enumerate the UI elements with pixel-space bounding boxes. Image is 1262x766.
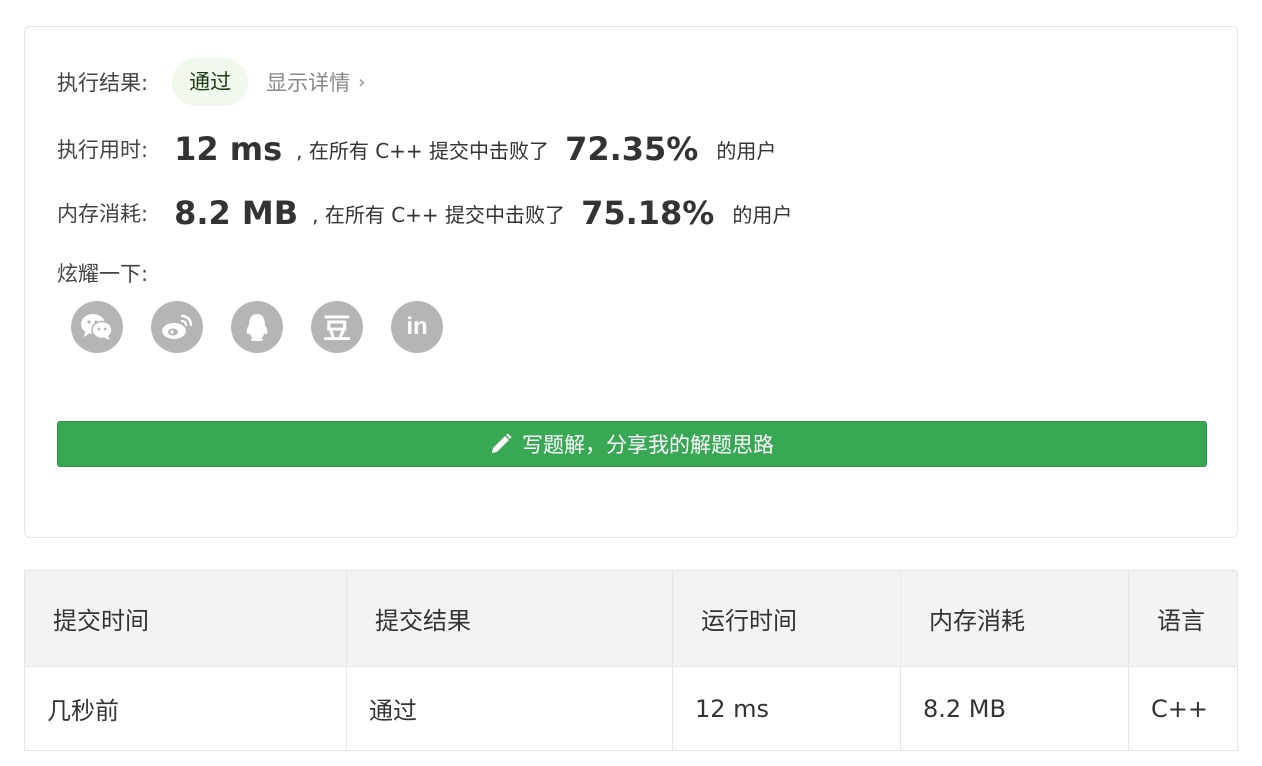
submission-time: 几秒前 xyxy=(24,666,347,751)
table-header-row: 提交时间 提交结果 运行时间 内存消耗 语言 xyxy=(24,570,1238,667)
weibo-icon[interactable] xyxy=(151,301,203,353)
show-details-label: 显示详情 xyxy=(266,71,351,95)
share-label: 炫耀一下: xyxy=(57,262,149,286)
runtime-percent: 72.35% xyxy=(565,130,699,168)
chevron-right-icon: › xyxy=(358,71,366,93)
submission-result-card: 执行结果: 通过 显示详情 › 执行用时: 12 ms , 在所有 C++ 提交… xyxy=(24,26,1238,538)
memory-row: 内存消耗: 8.2 MB , 在所有 C++ 提交中击败了 75.18% 的用户 xyxy=(57,189,792,237)
column-header[interactable]: 内存消耗 xyxy=(900,570,1129,667)
submission-runtime: 12 ms xyxy=(672,666,901,751)
wechat-icon[interactable] xyxy=(71,301,123,353)
memory-value: 8.2 MB xyxy=(174,194,299,232)
share-row: 炫耀一下: xyxy=(57,255,148,291)
runtime-label: 执行用时: xyxy=(57,138,149,162)
runtime-suffix: 的用户 xyxy=(716,138,777,163)
column-header[interactable]: 提交时间 xyxy=(24,570,347,667)
memory-percent: 75.18% xyxy=(581,194,715,232)
submission-language: C++ xyxy=(1128,666,1238,751)
status-badge: 通过 xyxy=(172,58,249,106)
column-header[interactable]: 运行时间 xyxy=(672,570,901,667)
result-label: 执行结果: xyxy=(57,71,149,95)
qq-icon[interactable] xyxy=(231,301,283,353)
runtime-row: 执行用时: 12 ms , 在所有 C++ 提交中击败了 72.35% 的用户 xyxy=(57,125,776,173)
memory-middle-text: , 在所有 C++ 提交中击败了 xyxy=(312,202,566,227)
write-solution-button[interactable]: 写题解，分享我的解题思路 xyxy=(57,421,1207,467)
submissions-table: 提交时间 提交结果 运行时间 内存消耗 语言 几秒前 通过 12 ms 8.2 … xyxy=(24,570,1238,751)
column-header[interactable]: 提交结果 xyxy=(346,570,673,667)
memory-label: 内存消耗: xyxy=(57,202,149,226)
submission-status-link[interactable]: 通过 xyxy=(346,666,673,751)
douban-glyph: 豆 xyxy=(322,312,351,345)
result-row: 执行结果: 通过 显示详情 › xyxy=(57,57,365,107)
share-icons: 豆 in xyxy=(71,301,443,353)
runtime-middle-text: , 在所有 C++ 提交中击败了 xyxy=(296,138,550,163)
column-header[interactable]: 语言 xyxy=(1128,570,1238,667)
runtime-value: 12 ms xyxy=(174,130,283,168)
linkedin-icon[interactable]: in xyxy=(391,301,443,353)
table-row[interactable]: 几秒前 通过 12 ms 8.2 MB C++ xyxy=(24,666,1238,751)
submission-memory: 8.2 MB xyxy=(900,666,1129,751)
show-details-link[interactable]: 显示详情 › xyxy=(266,67,365,97)
write-solution-label: 写题解，分享我的解题思路 xyxy=(522,433,774,457)
pencil-icon xyxy=(490,433,512,455)
linkedin-glyph: in xyxy=(406,313,428,340)
douban-icon[interactable]: 豆 xyxy=(311,301,363,353)
memory-suffix: 的用户 xyxy=(732,202,793,227)
